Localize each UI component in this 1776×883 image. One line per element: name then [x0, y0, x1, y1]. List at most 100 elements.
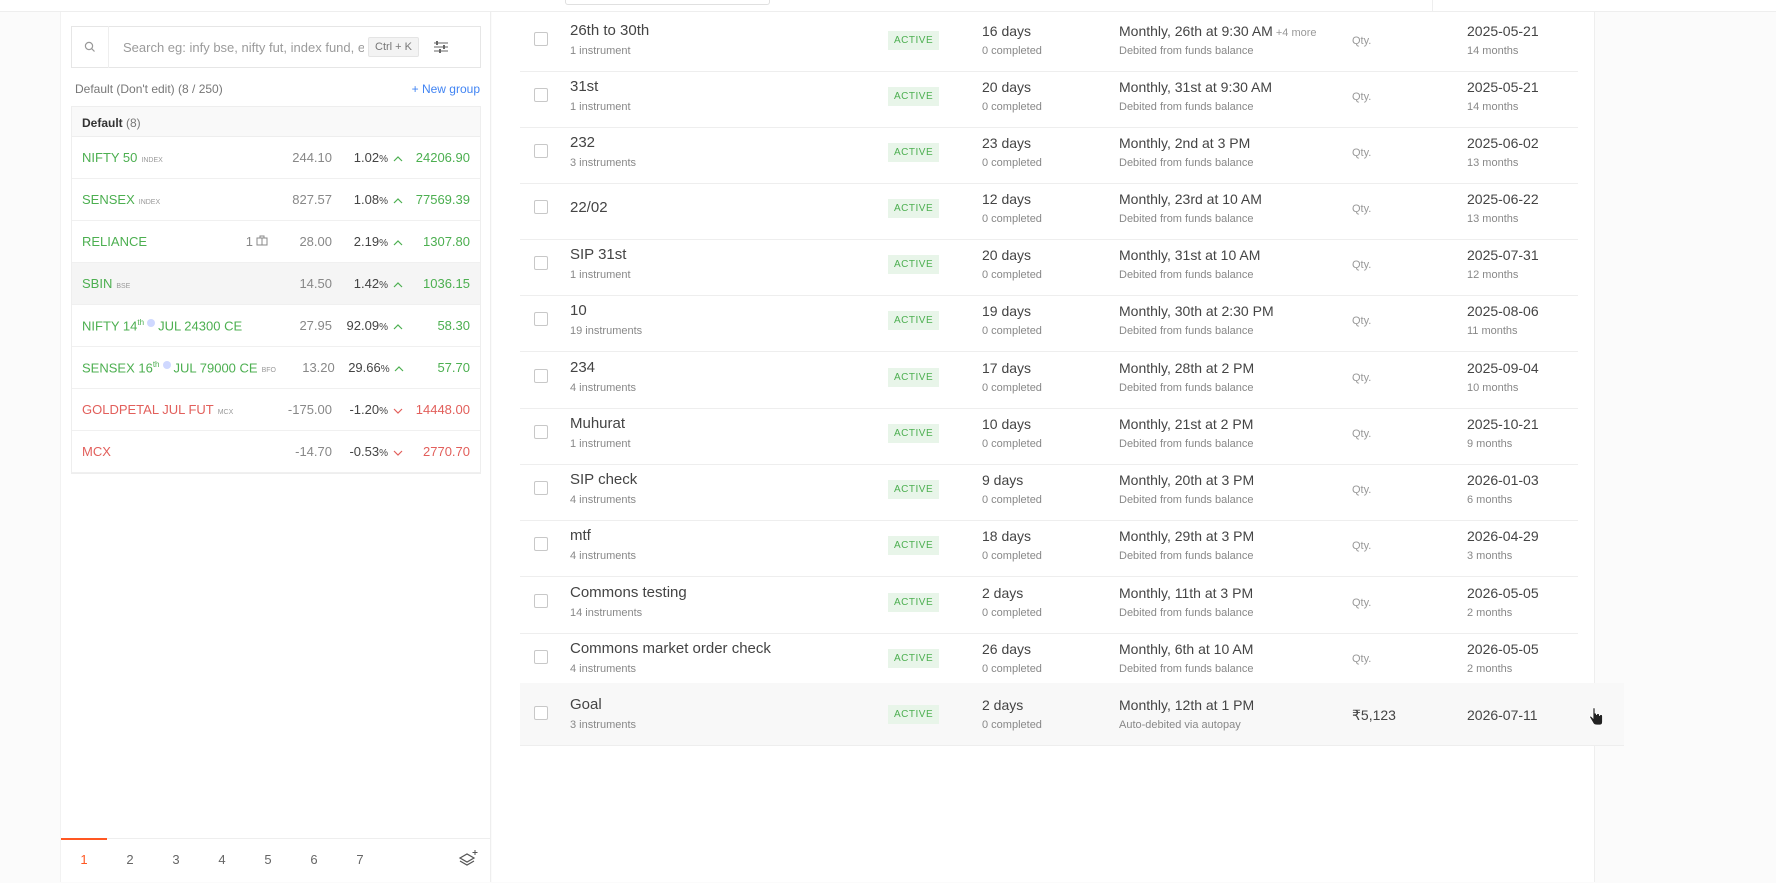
row-checkbox[interactable]: [534, 706, 548, 720]
top-tab-fragment[interactable]: [565, 0, 770, 5]
sip-row[interactable]: 234 4 instruments ACTIVE 17 days 0 completed…: [520, 346, 1578, 409]
sip-row[interactable]: 31st 1 instrument ACTIVE 20 days 0 completed…: [520, 65, 1578, 128]
sip-row[interactable]: Commons testing 14 instruments ACTIVE 2 day…: [520, 571, 1578, 634]
completed-count: 0 completed: [982, 494, 1042, 506]
instrument-name: MCX: [82, 444, 111, 459]
sip-name[interactable]: 10: [570, 302, 587, 319]
duration: 3 months: [1467, 550, 1513, 562]
new-group-link[interactable]: + New group: [412, 82, 480, 96]
status-badge: ACTIVE: [888, 649, 940, 668]
next-run-days: 26 days: [982, 641, 1032, 657]
instrument-count: 3 instruments: [570, 157, 637, 169]
sip-row[interactable]: 10 19 instruments ACTIVE 19 days 0 completed…: [520, 289, 1578, 352]
sip-name[interactable]: 31st: [570, 78, 598, 95]
group-name[interactable]: Default (Don't edit) (8 / 250): [75, 82, 223, 96]
sip-row[interactable]: mtf 4 instruments ACTIVE 18 days 0 completed…: [520, 514, 1578, 577]
duration: 2 months: [1467, 663, 1513, 675]
next-run-days: 18 days: [982, 528, 1032, 544]
sip-name[interactable]: 22/02: [570, 199, 608, 216]
watchlist-row[interactable]: NIFTY 14th JUL 24300 CE 27.95 92.09% 58.30: [72, 305, 480, 347]
search-input[interactable]: [109, 39, 364, 55]
row-checkbox[interactable]: [534, 144, 548, 158]
exchange-tag: INDEX: [138, 199, 161, 206]
duration: 12 months: [1467, 269, 1519, 281]
instrument-name: SBIN BSE: [82, 276, 131, 291]
sip-row[interactable]: 22/02 ACTIVE 12 days 0 completed Monthly, 23…: [520, 177, 1578, 240]
row-checkbox[interactable]: [534, 481, 548, 495]
watchlist-page-tab-1[interactable]: 1: [61, 837, 107, 883]
watchlist-row[interactable]: GOLDPETAL JUL FUT MCX -175.00 -1.20% 14448.0…: [72, 389, 480, 431]
row-checkbox[interactable]: [534, 594, 548, 608]
sip-row[interactable]: SIP 31st 1 instrument ACTIVE 20 days 0 compl…: [520, 233, 1578, 296]
more-schedules-link[interactable]: +4 more: [1276, 27, 1317, 39]
watchlist-row[interactable]: SENSEX 16th JUL 79000 CE BFO 13.20 29.66% 57.…: [72, 347, 480, 389]
funding-source: Debited from funds balance: [1119, 213, 1254, 225]
row-checkbox[interactable]: [534, 425, 548, 439]
row-checkbox[interactable]: [534, 369, 548, 383]
sip-row[interactable]: 26th to 30th 1 instrument ACTIVE 16 days 0 c…: [520, 9, 1578, 72]
sip-name[interactable]: 234: [570, 359, 595, 376]
watchlist-row[interactable]: NIFTY 50 INDEX 244.10 1.02% 24206.90: [72, 137, 480, 179]
row-checkbox[interactable]: [534, 650, 548, 664]
sip-name[interactable]: 26th to 30th: [570, 22, 649, 39]
net-change: 27.95: [299, 318, 332, 333]
sip-name[interactable]: SIP check: [570, 471, 637, 488]
quantity-amount: Qty.: [1352, 484, 1372, 496]
end-date: 2026-01-03: [1467, 472, 1539, 488]
sip-row[interactable]: SIP check 4 instruments ACTIVE 9 days 0 comp…: [520, 458, 1578, 521]
percent-change: 29.66%: [348, 360, 390, 375]
funding-source: Debited from funds balance: [1119, 269, 1254, 281]
completed-count: 0 completed: [982, 550, 1042, 562]
watchlist-page-tab-2[interactable]: 2: [107, 839, 153, 883]
filter-settings-icon[interactable]: [433, 40, 449, 54]
sip-name[interactable]: Commons testing: [570, 584, 687, 601]
duration: 14 months: [1467, 45, 1519, 57]
layers-add-icon[interactable]: [457, 849, 479, 876]
last-price: 57.70: [437, 360, 470, 375]
end-date: 2025-05-21: [1467, 23, 1539, 39]
instrument-count: 1 instrument: [570, 269, 631, 281]
sip-list: 26th to 30th 1 instrument ACTIVE 16 days 0 c…: [492, 9, 1624, 882]
sip-name[interactable]: 232: [570, 134, 595, 151]
sip-name[interactable]: Muhurat: [570, 415, 625, 432]
next-run-days: 12 days: [982, 191, 1032, 207]
instrument-name: NIFTY 50 INDEX: [82, 150, 163, 165]
last-price: 24206.90: [415, 150, 470, 165]
sip-name[interactable]: mtf: [570, 527, 591, 544]
watchlist-page-tab-5[interactable]: 5: [245, 839, 291, 883]
frequency: Monthly, 6th at 10 AM: [1119, 641, 1254, 657]
chevron-down-icon: [388, 402, 408, 417]
percent-change: 2.19%: [353, 234, 388, 249]
watchlist-row[interactable]: RELIANCE 1 28.00 2.19% 1307.80: [72, 221, 480, 263]
instrument-count: 4 instruments: [570, 382, 637, 394]
weekly-dot-icon: [162, 361, 171, 370]
duration: 2 months: [1467, 607, 1513, 619]
row-checkbox[interactable]: [534, 88, 548, 102]
row-checkbox[interactable]: [534, 32, 548, 46]
sip-row[interactable]: Commons market order check 4 instruments A…: [520, 627, 1578, 690]
last-price: 1307.80: [423, 234, 470, 249]
watchlist-row[interactable]: SENSEX INDEX 827.57 1.08% 77569.39: [72, 179, 480, 221]
row-checkbox[interactable]: [534, 256, 548, 270]
watchlist-row[interactable]: MCX -14.70 -0.53% 2770.70: [72, 431, 480, 473]
completed-count: 0 completed: [982, 157, 1042, 169]
row-checkbox[interactable]: [534, 537, 548, 551]
watchlist-page-tab-4[interactable]: 4: [199, 839, 245, 883]
row-checkbox[interactable]: [534, 312, 548, 326]
sip-name[interactable]: Goal: [570, 696, 602, 713]
sip-row[interactable]: Muhurat 1 instrument ACTIVE 10 days 0 comple…: [520, 402, 1578, 465]
watchlist-page-tab-7[interactable]: 7: [337, 839, 383, 883]
watchlist-page-tab-3[interactable]: 3: [153, 839, 199, 883]
status-badge: ACTIVE: [888, 705, 940, 724]
quantity-amount: Qty.: [1352, 203, 1372, 215]
sip-row[interactable]: 232 3 instruments ACTIVE 23 days 0 completed…: [520, 121, 1578, 184]
watchlist-title: Default (8): [72, 107, 480, 137]
sip-name[interactable]: SIP 31st: [570, 246, 626, 263]
row-checkbox[interactable]: [534, 200, 548, 214]
status-badge: ACTIVE: [888, 536, 940, 555]
exchange-tag: INDEX: [141, 157, 163, 164]
watchlist-page-tab-6[interactable]: 6: [291, 839, 337, 883]
watchlist-row[interactable]: SBIN BSE 14.50 1.42% 1036.15: [72, 263, 480, 305]
sip-row[interactable]: Goal 3 instruments ACTIVE 2 days 0 completed…: [520, 683, 1624, 746]
sip-name[interactable]: Commons market order check: [570, 640, 771, 657]
